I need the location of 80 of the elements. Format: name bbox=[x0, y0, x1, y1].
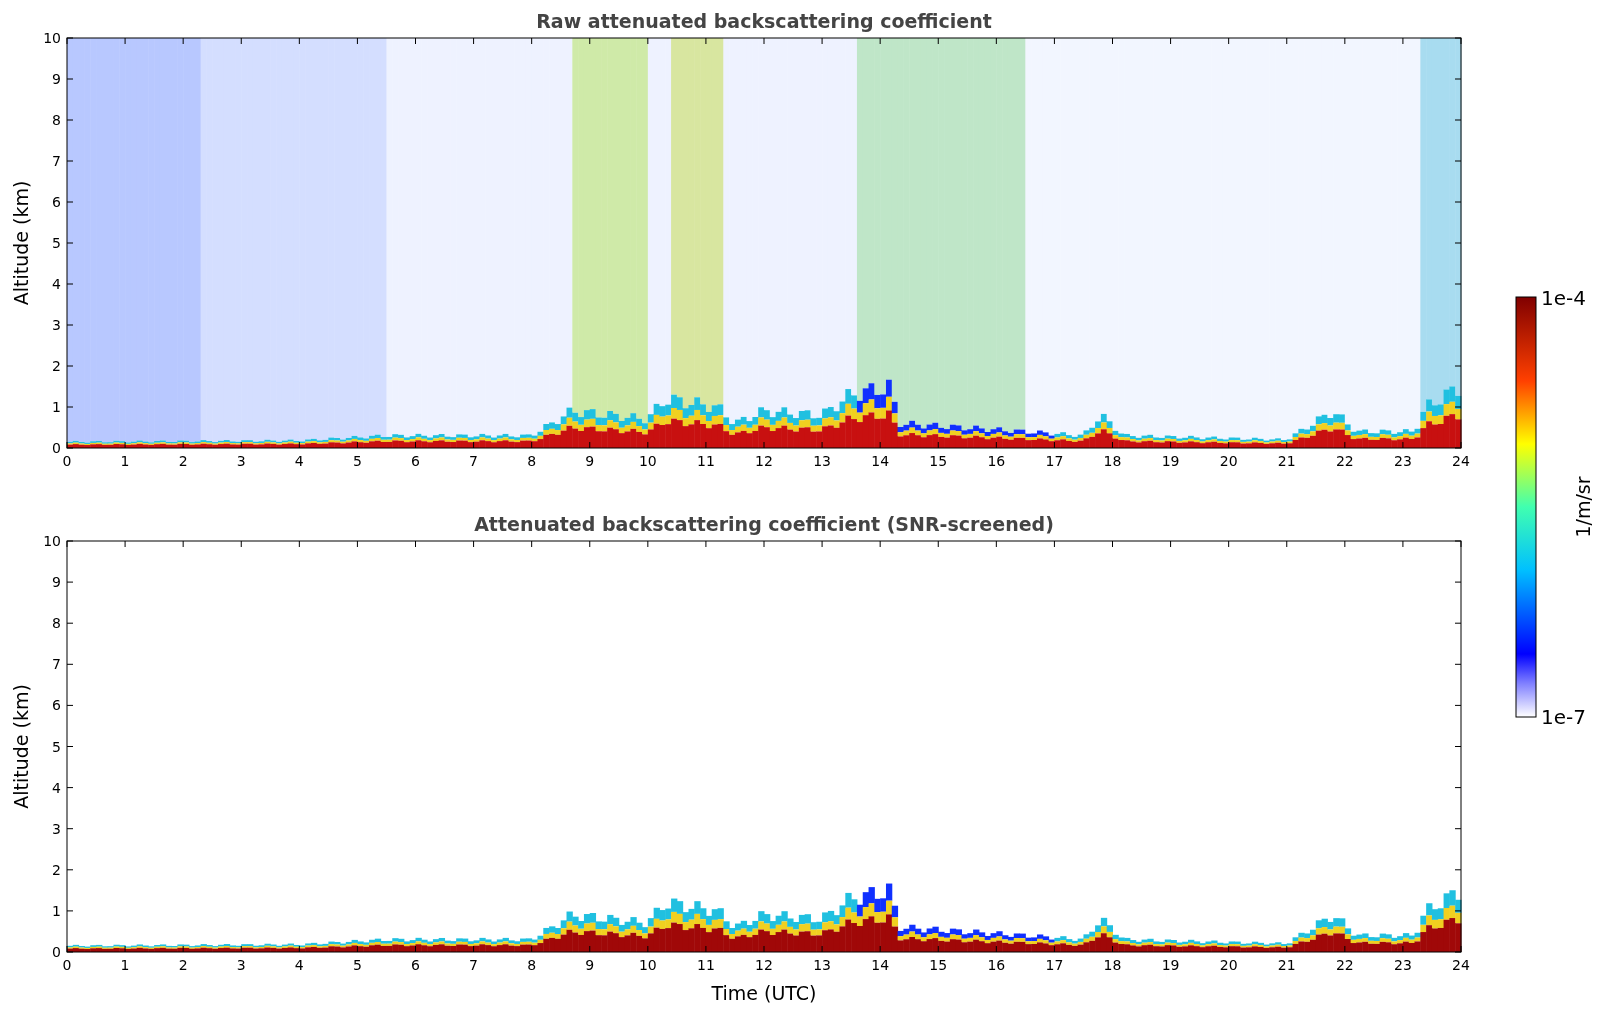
tick-label: 7 bbox=[52, 153, 61, 169]
tick-label: 15 bbox=[929, 957, 948, 973]
tick-label: 22 bbox=[1335, 957, 1354, 973]
tick-label: 21 bbox=[1277, 453, 1296, 469]
tick-label: 13 bbox=[813, 453, 831, 469]
tick-label: 8 bbox=[52, 112, 61, 128]
tick-label: 6 bbox=[52, 697, 61, 714]
tick-label: 7 bbox=[52, 656, 61, 673]
tick-label: 1 bbox=[52, 399, 61, 415]
plot-title: Attenuated backscattering coefficient (SNR-screened) bbox=[474, 513, 1054, 535]
tick-label: 12 bbox=[755, 957, 773, 973]
axis-label: Time (UTC) bbox=[711, 982, 817, 1004]
tick-label: 2 bbox=[52, 861, 61, 878]
tick-label: 14 bbox=[871, 453, 890, 469]
tick-label: 3 bbox=[236, 957, 246, 973]
tick-label: 17 bbox=[1045, 453, 1064, 469]
tick-label: 4 bbox=[52, 276, 61, 292]
colorbar-max-label: 1e-4 bbox=[1541, 286, 1586, 310]
tick-label: 23 bbox=[1394, 957, 1412, 973]
tick-label: 11 bbox=[697, 957, 715, 973]
tick-label: 8 bbox=[527, 957, 537, 973]
tick-label: 6 bbox=[411, 453, 420, 469]
tick-label: 9 bbox=[52, 574, 61, 591]
tick-label: 6 bbox=[411, 957, 420, 973]
tick-label: 16 bbox=[987, 453, 1006, 469]
tick-label: 24 bbox=[1452, 453, 1470, 469]
tick-label: 0 bbox=[52, 440, 61, 456]
tick-label: 2 bbox=[178, 957, 188, 973]
tick-label: 21 bbox=[1277, 957, 1296, 973]
tick-label: 4 bbox=[52, 779, 61, 796]
tick-label: 10 bbox=[43, 30, 61, 46]
tick-label: 1 bbox=[120, 453, 130, 469]
tick-label: 19 bbox=[1161, 957, 1180, 973]
plot-title: Raw attenuated backscattering coefficient bbox=[536, 10, 992, 32]
tick-label: 4 bbox=[294, 453, 304, 469]
tick-label: 9 bbox=[585, 957, 595, 973]
tick-label: 7 bbox=[469, 453, 479, 469]
tick-label: 5 bbox=[352, 453, 362, 469]
tick-label: 24 bbox=[1452, 957, 1470, 973]
tick-label: 16 bbox=[987, 957, 1006, 973]
tick-label: 5 bbox=[52, 738, 61, 755]
tick-label: 1 bbox=[120, 957, 130, 973]
tick-label: 0 bbox=[62, 957, 72, 973]
tick-label: 13 bbox=[813, 957, 831, 973]
tick-label: 10 bbox=[638, 453, 657, 469]
tick-label: 20 bbox=[1219, 957, 1238, 973]
tick-label: 6 bbox=[52, 194, 61, 210]
tick-label: 5 bbox=[352, 957, 362, 973]
tick-label: 18 bbox=[1103, 957, 1122, 973]
tick-label: 15 bbox=[929, 453, 948, 469]
tick-label: 9 bbox=[585, 453, 595, 469]
tick-label: 0 bbox=[52, 944, 61, 960]
tick-label: 10 bbox=[43, 533, 61, 549]
tick-label: 9 bbox=[52, 71, 61, 87]
colorbar-label: 1/m/sr bbox=[1572, 476, 1594, 538]
tick-label: 18 bbox=[1103, 453, 1122, 469]
tick-label: 8 bbox=[527, 453, 537, 469]
tick-label: 7 bbox=[469, 957, 479, 973]
tick-label: 19 bbox=[1161, 453, 1180, 469]
tick-label: 2 bbox=[178, 453, 188, 469]
tick-label: 2 bbox=[52, 358, 61, 374]
tick-label: 4 bbox=[294, 957, 304, 973]
tick-label: 0 bbox=[62, 453, 72, 469]
tick-label: 12 bbox=[755, 453, 773, 469]
tick-label: 17 bbox=[1045, 957, 1064, 973]
tick-label: 5 bbox=[52, 235, 61, 251]
tick-label: 23 bbox=[1394, 453, 1412, 469]
tick-label: 22 bbox=[1335, 453, 1354, 469]
tick-label: 3 bbox=[236, 453, 246, 469]
tick-label: 8 bbox=[52, 615, 61, 632]
tick-label: 14 bbox=[871, 957, 890, 973]
tick-label: 11 bbox=[697, 453, 715, 469]
tick-label: 20 bbox=[1219, 453, 1238, 469]
tick-label: 1 bbox=[52, 902, 61, 919]
tick-label: 3 bbox=[52, 820, 61, 837]
axis-label: Altitude (km) bbox=[10, 180, 32, 306]
tick-label: 10 bbox=[638, 957, 657, 973]
colorbar-min-label: 1e-7 bbox=[1541, 705, 1586, 729]
axis-label: Altitude (km) bbox=[10, 684, 32, 809]
tick-label: 3 bbox=[52, 317, 61, 333]
